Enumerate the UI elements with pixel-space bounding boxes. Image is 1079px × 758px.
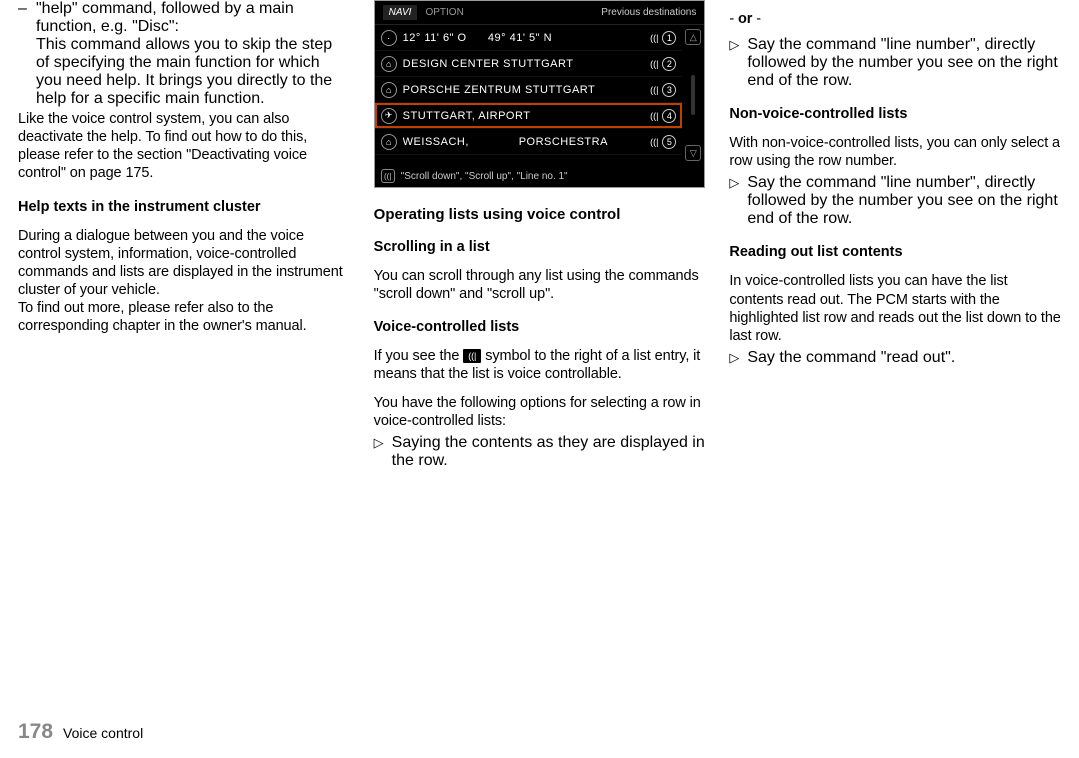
pcm-scroll-up-icon: △: [685, 29, 701, 45]
pcm-row-label: PORSCHE ZENTRUM STUTTGART: [403, 84, 650, 96]
page: – "help" command, followed by a main fun…: [0, 0, 1079, 758]
pcm-row-label: STUTTGART, AIRPORT: [403, 110, 650, 122]
step-text: Say the command "line number", directly …: [747, 174, 1061, 228]
page-footer: 178 Voice control: [18, 720, 143, 744]
heading-non-voice-lists: Non-voice-controlled lists: [729, 106, 1061, 122]
heading-reading-out: Reading out list contents: [729, 244, 1061, 260]
pcm-scroll-down-icon: ▽: [685, 145, 701, 161]
pcm-row-num: 2: [662, 57, 676, 71]
page-number: 178: [18, 720, 53, 744]
pcm-list: · 12° 11' 6" O 49° 41' 5" N ((|1 ⌂ DESIG…: [375, 25, 683, 165]
pcm-row-3: ⌂ PORSCHE ZENTRUM STUTTGART ((|3: [375, 77, 683, 103]
pcm-scrollbar: [691, 75, 695, 115]
heading-help-texts-cluster: Help texts in the instrument cluster: [18, 199, 350, 215]
list-item-help-command: – "help" command, followed by a main fun…: [18, 0, 350, 108]
pcm-row-icon: ✈: [381, 108, 397, 124]
pcm-row-label: DESIGN CENTER STUTTGART: [403, 58, 650, 70]
columns: – "help" command, followed by a main fun…: [18, 0, 1061, 470]
column-3: - or - ▷ Say the command "line number", …: [729, 0, 1061, 470]
pcm-body: · 12° 11' 6" O 49° 41' 5" N ((|1 ⌂ DESIG…: [375, 25, 705, 165]
pcm-row-4-selected: ✈ STUTTGART, AIRPORT ((|4: [375, 103, 683, 129]
paragraph-voice-symbol: If you see the ((| symbol to the right o…: [374, 347, 706, 383]
pcm-row-2: ⌂ DESIGN CENTER STUTTGART ((|2: [375, 51, 683, 77]
step-line-number-2: ▷ Say the command "line number", directl…: [729, 174, 1061, 228]
or-separator: - or -: [729, 10, 1061, 28]
paragraph-read-out: In voice-controlled lists you can have t…: [729, 272, 1061, 345]
list-item-text: "help" command, followed by a main funct…: [36, 0, 350, 108]
paragraph-non-voice: With non-voice-controlled lists, you can…: [729, 134, 1061, 170]
column-1: – "help" command, followed by a main fun…: [18, 0, 350, 470]
pcm-row-num: 4: [662, 109, 676, 123]
pcm-footer: ((| "Scroll down", "Scroll up", "Line no…: [375, 165, 705, 187]
voice-icon: ((|: [649, 137, 659, 147]
voice-icon: ((|: [649, 59, 659, 69]
pcm-screenshot: NAVI OPTION Previous destinations · 12° …: [374, 0, 706, 188]
voice-icon: ((|: [649, 85, 659, 95]
voice-icon: ((|: [649, 33, 659, 43]
pcm-row-label: 12° 11' 6" O 49° 41' 5" N: [403, 32, 650, 44]
pcm-row-icon: ·: [381, 30, 397, 46]
pcm-title: Previous destinations: [601, 7, 696, 18]
paragraph-scroll-commands: You can scroll through any list using th…: [374, 267, 706, 303]
pcm-row-1: · 12° 11' 6" O 49° 41' 5" N ((|1: [375, 25, 683, 51]
triangle-bullet-icon: ▷: [374, 434, 392, 470]
heading-scrolling: Scrolling in a list: [374, 239, 706, 255]
pcm-row-num: 5: [662, 135, 676, 149]
step-text: Say the command "line number", directly …: [747, 36, 1061, 90]
step-say-contents: ▷ Saying the contents as they are displa…: [374, 434, 706, 470]
mic-icon: ((|: [381, 169, 395, 183]
pcm-hint: "Scroll down", "Scroll up", "Line no. 1": [401, 171, 568, 182]
footer-title: Voice control: [63, 725, 143, 741]
triangle-bullet-icon: ▷: [729, 36, 747, 90]
pcm-row-num: 3: [662, 83, 676, 97]
pcm-header: NAVI OPTION Previous destinations: [375, 1, 705, 25]
pcm-row-num: 1: [662, 31, 676, 45]
voice-symbol-icon: ((|: [463, 349, 481, 363]
dash-bullet: –: [18, 0, 36, 108]
pcm-tab-option: OPTION: [425, 7, 463, 18]
triangle-bullet-icon: ▷: [729, 174, 747, 228]
paragraph-select-options: You have the following options for selec…: [374, 394, 706, 430]
heading-operating-lists: Operating lists using voice control: [374, 206, 706, 223]
pcm-row-icon: ⌂: [381, 82, 397, 98]
column-2: NAVI OPTION Previous destinations · 12° …: [374, 0, 706, 470]
triangle-bullet-icon: ▷: [729, 349, 747, 367]
paragraph-cluster: During a dialogue between you and the vo…: [18, 227, 350, 336]
pcm-row-5: ⌂ WEISSACH, PORSCHESTRA ((|5: [375, 129, 683, 155]
paragraph-deactivate-help: Like the voice control system, you can a…: [18, 110, 350, 183]
step-text: Saying the contents as they are displaye…: [392, 434, 706, 470]
pcm-row-icon: ⌂: [381, 56, 397, 72]
voice-icon: ((|: [649, 111, 659, 121]
pcm-row-icon: ⌂: [381, 134, 397, 150]
pcm-tab-navi: NAVI: [383, 5, 418, 20]
pcm-sidebar: △ ▽: [682, 25, 704, 165]
step-line-number-1: ▷ Say the command "line number", directl…: [729, 36, 1061, 90]
pcm-row-label: WEISSACH, PORSCHESTRA: [403, 136, 650, 148]
heading-voice-lists: Voice-controlled lists: [374, 319, 706, 335]
step-text: Say the command "read out".: [747, 349, 955, 367]
step-read-out: ▷ Say the command "read out".: [729, 349, 1061, 367]
